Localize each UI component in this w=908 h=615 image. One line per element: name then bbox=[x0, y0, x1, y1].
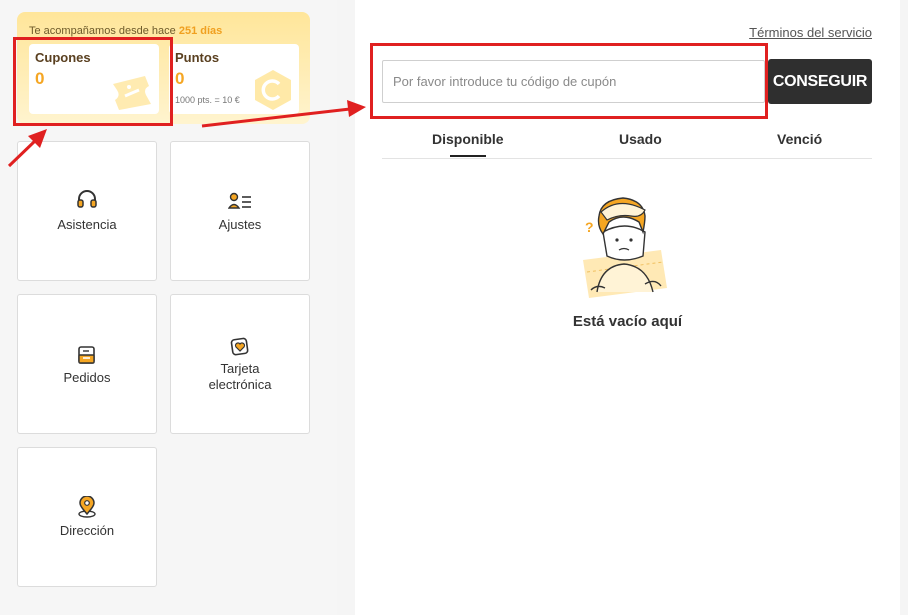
arrow-to-input-line bbox=[201, 107, 351, 128]
annotation-arrows bbox=[7, 100, 366, 168]
arrow-to-coupons-line bbox=[7, 138, 38, 168]
arrow-to-input-head bbox=[347, 100, 366, 117]
page-root: Te acompañamos desde hace 251 días Cupon… bbox=[0, 0, 908, 615]
